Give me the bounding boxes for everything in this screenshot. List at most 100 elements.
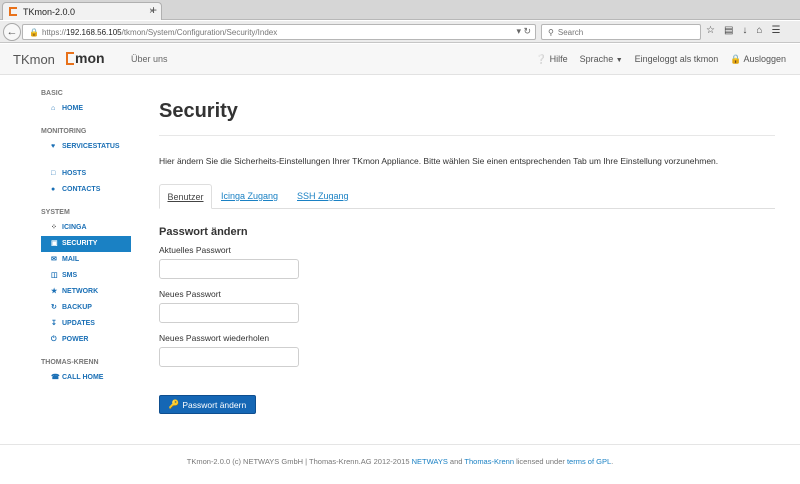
download-icon: ↧ bbox=[51, 320, 57, 327]
sidebar-item-contacts[interactable]: ● CONTACTS bbox=[41, 182, 131, 198]
browser-tab-bar: TKmon-2.0.0 × + bbox=[0, 0, 800, 20]
brand-name[interactable]: TKmon bbox=[13, 52, 55, 67]
user-icon: ● bbox=[51, 186, 56, 193]
menu-icon[interactable]: ☰ bbox=[771, 25, 780, 36]
new-password-field[interactable] bbox=[159, 303, 299, 323]
new-password-label: Neues Passwort bbox=[159, 289, 221, 299]
icinga-icon: ⁘ bbox=[51, 224, 57, 231]
reload-icon[interactable]: ▾ ↻ bbox=[516, 26, 531, 37]
logout-label: Ausloggen bbox=[743, 54, 786, 64]
sidebar-section-thomas-krenn: THOMAS-KRENN bbox=[41, 359, 99, 366]
browser-tab[interactable]: TKmon-2.0.0 × bbox=[2, 2, 162, 20]
download-icon[interactable]: ↓ bbox=[742, 25, 747, 36]
favicon-icon bbox=[9, 7, 17, 16]
footer-licensed: licensed under bbox=[514, 457, 567, 466]
about-link[interactable]: Über uns bbox=[131, 54, 168, 64]
browser-nav-bar: ← 🔒 https:// 192.168.56.105 /tkmon/Syste… bbox=[0, 21, 800, 43]
help-link[interactable]: ❔ Hilfe bbox=[536, 54, 568, 65]
sidebar-item-updates[interactable]: ↧ UPDATES bbox=[41, 316, 131, 332]
sidebar-item-label: POWER bbox=[62, 336, 89, 343]
current-password-label: Aktuelles Passwort bbox=[159, 245, 231, 255]
app-header: TKmon mon Über uns ❔ Hilfe Sprache ▼ Ein… bbox=[0, 44, 800, 75]
sidebar-item-icinga[interactable]: ⁘ ICINGA bbox=[41, 220, 131, 236]
tab-icinga-zugang[interactable]: Icinga Zugang bbox=[221, 184, 278, 209]
sidebar-item-network[interactable]: ★ NETWORK bbox=[41, 284, 131, 300]
lock-icon: 🔒 bbox=[730, 54, 742, 64]
sidebar-item-backup[interactable]: ↻ BACKUP bbox=[41, 300, 131, 316]
footer-end: . bbox=[611, 457, 614, 466]
toolbar-icons: ☆ ▤ ↓ ⌂ ☰ bbox=[706, 25, 780, 36]
sms-icon: ◫ bbox=[51, 272, 58, 279]
sidebar-item-label: NETWORK bbox=[62, 288, 99, 295]
tab-title: TKmon-2.0.0 bbox=[23, 6, 76, 17]
phone-icon: ☎ bbox=[51, 374, 60, 381]
sidebar-item-security[interactable]: ▣ SECURITY bbox=[41, 236, 131, 252]
repeat-password-field[interactable] bbox=[159, 347, 299, 367]
thomas-krenn-link[interactable]: Thomas-Krenn bbox=[464, 457, 514, 466]
change-password-button[interactable]: 🔑 Passwort ändern bbox=[159, 395, 256, 414]
footer-copyright: TKmon-2.0.0 (c) NETWAYS GmbH | Thomas-Kr… bbox=[186, 457, 412, 466]
back-arrow-icon[interactable]: ← bbox=[3, 23, 21, 41]
power-icon: ⏻ bbox=[51, 336, 57, 343]
page-title: Security bbox=[159, 96, 775, 136]
sidebar-item-mail[interactable]: ✉ MAIL bbox=[41, 252, 131, 268]
search-input[interactable] bbox=[557, 27, 688, 37]
page-footer: TKmon-2.0.0 (c) NETWAYS GmbH | Thomas-Kr… bbox=[0, 444, 800, 466]
sidebar-item-label: MAIL bbox=[62, 256, 80, 263]
sidebar-item-label: SERVICESTATUS bbox=[62, 143, 120, 150]
language-dropdown[interactable]: Sprache ▼ bbox=[580, 54, 623, 65]
backup-icon: ↻ bbox=[51, 304, 57, 311]
sidebar-item-label: BACKUP bbox=[62, 304, 92, 311]
sidebar-item-power[interactable]: ⏻ POWER bbox=[41, 332, 131, 348]
sidebar-section-system: SYSTEM bbox=[41, 209, 70, 216]
sidebar-nav: BASIC ⌂ HOME MONITORING ♥ SERVICESTATUS □ H… bbox=[41, 90, 131, 386]
sidebar-section-basic: BASIC bbox=[41, 90, 63, 97]
sidebar-item-label: HOSTS bbox=[62, 170, 87, 177]
language-label: Sprache bbox=[579, 54, 614, 64]
logo-bracket-icon bbox=[66, 51, 74, 65]
intro-text: Hier ändern Sie die Sicherheits-Einstell… bbox=[159, 156, 719, 166]
sidebar-item-label: HOME bbox=[62, 105, 83, 112]
sidebar-item-home[interactable]: ⌂ HOME bbox=[41, 101, 131, 117]
sidebar-item-sms[interactable]: ◫ SMS bbox=[41, 268, 131, 284]
tkmon-logo[interactable]: mon bbox=[66, 50, 105, 66]
current-password-field[interactable] bbox=[159, 259, 299, 279]
network-icon: ★ bbox=[51, 288, 58, 295]
caret-down-icon: ▼ bbox=[615, 57, 623, 64]
gpl-link[interactable]: terms of GPL bbox=[567, 457, 611, 466]
new-tab-icon[interactable]: + bbox=[150, 3, 157, 17]
sidebar-item-label: ICINGA bbox=[62, 224, 87, 231]
sidebar-item-servicestatus[interactable]: ♥ SERVICESTATUS bbox=[41, 139, 131, 155]
sidebar-item-label: SECURITY bbox=[62, 240, 98, 247]
monitor-icon: □ bbox=[51, 170, 56, 177]
logout-link[interactable]: 🔒 Ausloggen bbox=[730, 54, 786, 65]
tab-benutzer[interactable]: Benutzer bbox=[159, 184, 212, 209]
url-scheme: https:// bbox=[41, 27, 66, 37]
sidebar-item-label: SMS bbox=[62, 272, 78, 279]
mail-icon: ✉ bbox=[51, 256, 57, 263]
footer-and: and bbox=[447, 457, 465, 466]
reader-icon[interactable]: ▤ bbox=[724, 25, 733, 36]
search-bar[interactable]: ⚲ bbox=[541, 24, 701, 40]
sidebar-section-monitoring: MONITORING bbox=[41, 128, 87, 135]
heart-icon: ♥ bbox=[51, 143, 56, 150]
netways-link[interactable]: NETWAYS bbox=[412, 457, 448, 466]
tab-ssh-zugang[interactable]: SSH Zugang bbox=[297, 184, 349, 209]
url-host: 192.168.56.105 bbox=[65, 27, 122, 37]
sidebar-item-label: CALL HOME bbox=[62, 374, 104, 381]
home-icon: ⌂ bbox=[51, 105, 56, 112]
url-bar[interactable]: 🔒 https:// 192.168.56.105 /tkmon/System/… bbox=[22, 24, 536, 40]
logo-text: mon bbox=[75, 50, 105, 66]
key-icon: 🔑 bbox=[168, 399, 180, 409]
repeat-password-label: Neues Passwort wiederholen bbox=[159, 333, 270, 343]
star-icon[interactable]: ☆ bbox=[706, 25, 715, 36]
search-icon: ⚲ bbox=[548, 27, 554, 37]
sidebar-item-label: UPDATES bbox=[62, 320, 95, 327]
change-password-label: Passwort ändern bbox=[182, 399, 247, 410]
home-icon[interactable]: ⌂ bbox=[756, 25, 762, 36]
lock-icon: 🔒 bbox=[29, 27, 39, 37]
url-path: /tkmon/System/Configuration/Security/Ind… bbox=[121, 27, 278, 37]
sidebar-item-call-home[interactable]: ☎ CALL HOME bbox=[41, 370, 131, 386]
sidebar-item-hosts[interactable]: □ HOSTS bbox=[41, 166, 131, 182]
